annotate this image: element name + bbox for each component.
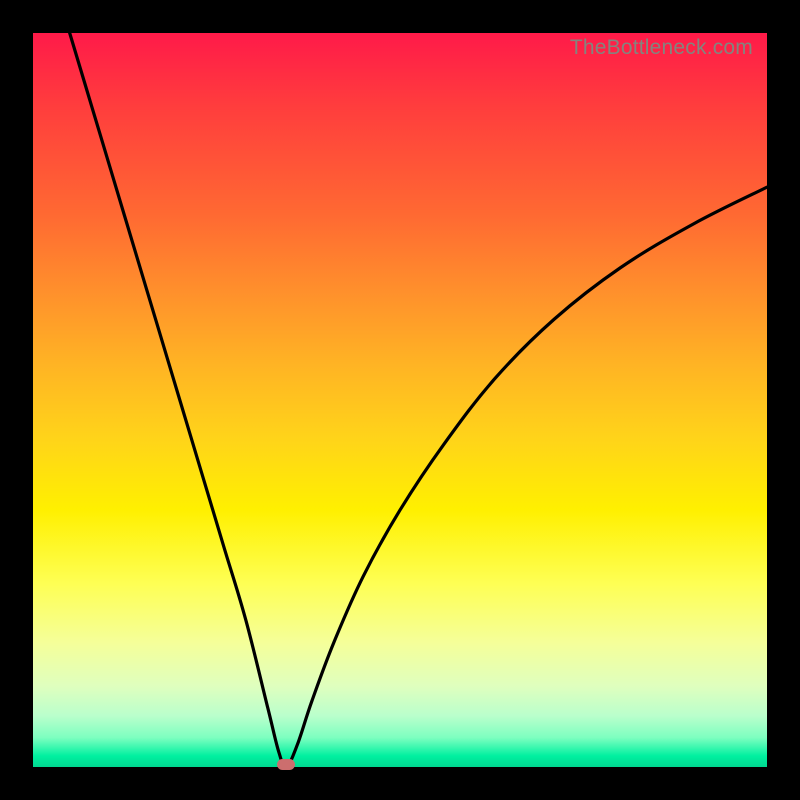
curve-svg: [33, 33, 767, 767]
plot-area: TheBottleneck.com: [33, 33, 767, 767]
optimal-marker: [277, 759, 295, 770]
bottleneck-curve: [70, 33, 767, 767]
chart-container: TheBottleneck.com: [0, 0, 800, 800]
